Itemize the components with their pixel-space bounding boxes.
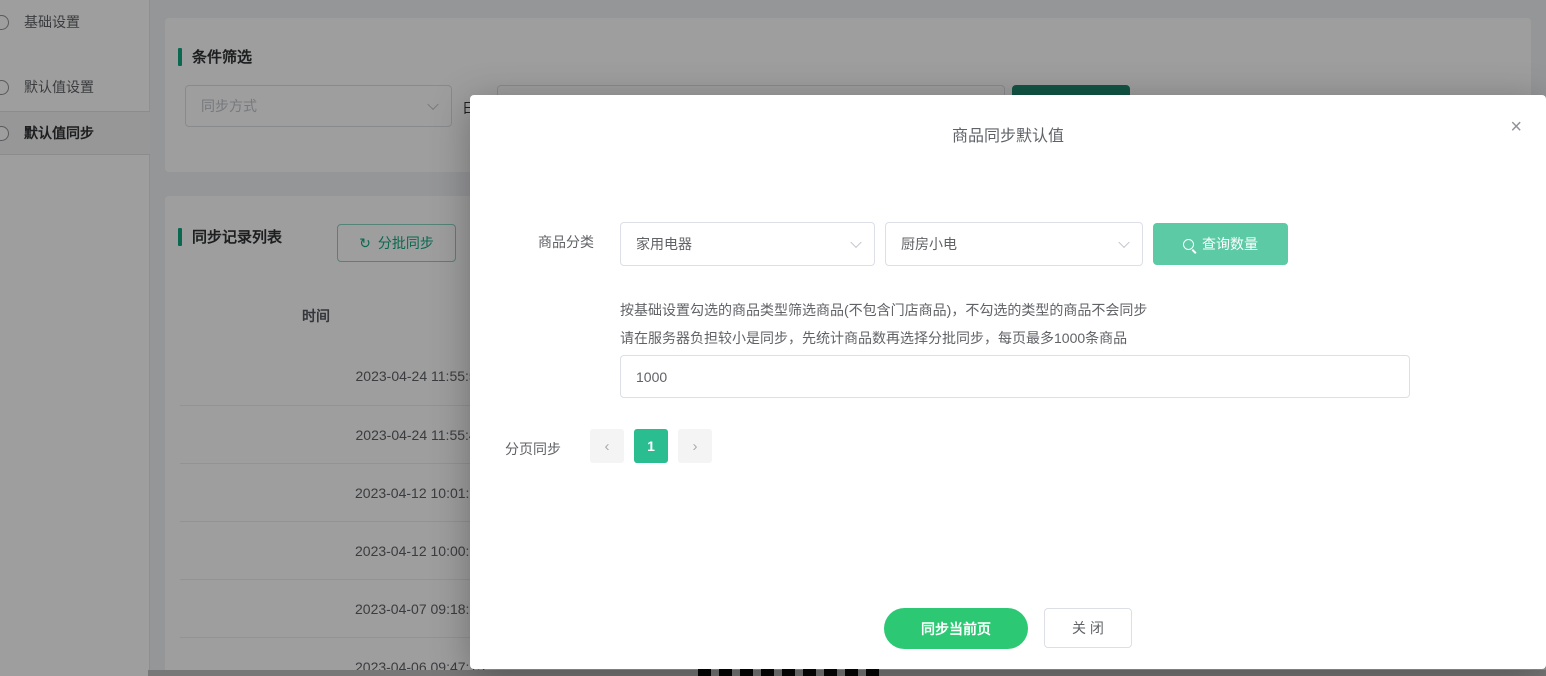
pagination-page-1-button[interactable]: 1 bbox=[634, 429, 668, 463]
category-level2-value: 厨房小电 bbox=[901, 236, 957, 252]
pagination-prev-button[interactable]: ‹ bbox=[590, 429, 624, 463]
query-quantity-label: 查询数量 bbox=[1202, 236, 1258, 252]
sync-current-page-button[interactable]: 同步当前页 bbox=[884, 608, 1028, 649]
modal-close-button[interactable]: 关 闭 bbox=[1044, 608, 1132, 648]
chevron-down-icon bbox=[1118, 236, 1130, 249]
chevron-right-icon: › bbox=[692, 437, 698, 455]
close-icon[interactable]: × bbox=[1510, 117, 1522, 137]
category-level1-select[interactable]: 家用电器 bbox=[620, 222, 875, 266]
page-number: 1 bbox=[647, 438, 655, 454]
category-level2-select[interactable]: 厨房小电 bbox=[885, 222, 1143, 266]
pagination-label: 分页同步 bbox=[505, 441, 561, 457]
app-window: 基础设置 默认值设置 默认值同步 条件筛选 同步方式 日期 同步记录列表 ↻ 分… bbox=[0, 0, 1546, 676]
category-label: 商品分类 bbox=[538, 234, 594, 250]
hint-line-2: 请在服务器负担较小是同步，先统计商品数再选择分批同步，每页最多1000条商品 bbox=[620, 330, 1128, 346]
magnifier-icon bbox=[1183, 238, 1194, 250]
pagination-next-button[interactable]: › bbox=[678, 429, 712, 463]
category-level1-value: 家用电器 bbox=[636, 236, 692, 252]
chevron-down-icon bbox=[850, 236, 862, 249]
modal-title: 商品同步默认值 bbox=[951, 128, 1064, 145]
page-size-input[interactable] bbox=[620, 355, 1410, 398]
hint-line-1: 按基础设置勾选的商品类型筛选商品(不包含门店商品)，不勾选的类型的商品不会同步 bbox=[620, 302, 1148, 318]
query-quantity-button[interactable]: 查询数量 bbox=[1153, 223, 1288, 265]
product-sync-defaults-modal: 商品同步默认值 × 商品分类 家用电器 厨房小电 查询数量 按基础设置勾选的商品… bbox=[470, 95, 1546, 669]
chevron-left-icon: ‹ bbox=[604, 437, 610, 455]
